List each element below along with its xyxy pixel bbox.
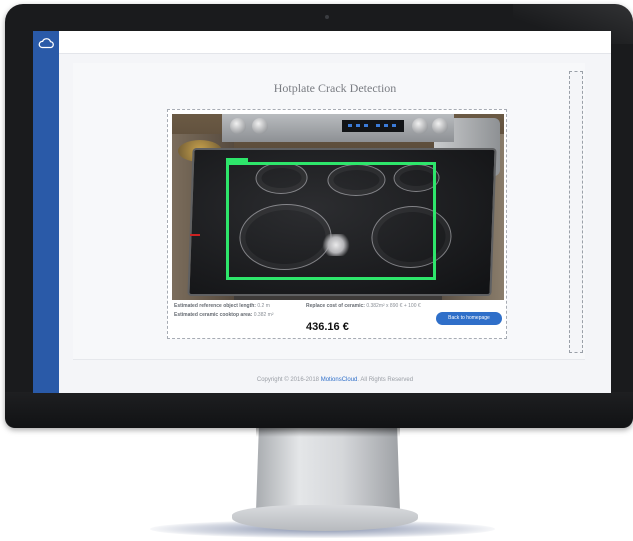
monitor-camera [325, 15, 329, 19]
cloud-icon[interactable] [37, 37, 55, 49]
detection-box [226, 162, 436, 280]
photo-display [342, 120, 404, 132]
cooktop-area-label: Estimated ceramic cooktop area: [174, 312, 253, 318]
photo-reference-mark [190, 234, 200, 236]
cooktop-photo [172, 114, 504, 300]
reference-length-label: Estimated reference object length: [174, 303, 256, 309]
photo-knob [230, 118, 246, 134]
page-title: Hotplate Crack Detection [273, 81, 397, 95]
right-frame [569, 71, 583, 353]
total-price: 436.16 € [306, 321, 349, 333]
result-card: Estimated reference object length: 0.2 m… [167, 109, 507, 339]
replace-cost-label: Replace cost of ceramic: [306, 303, 365, 309]
footer-rights: . All Rights Reserved [357, 377, 414, 383]
monitor-base [232, 505, 418, 531]
footer: Copyright © 2016-2018 MotionsCloud. All … [59, 377, 611, 383]
footer-brand-link[interactable]: MotionsCloud [321, 377, 358, 383]
sidebar [33, 31, 59, 393]
replace-cost-formula: 0.382m² x 890 € + 100 € [366, 303, 421, 309]
photo-knob [412, 118, 428, 134]
photo-range-panel [222, 114, 454, 142]
top-bar [59, 31, 611, 54]
reference-length-row: Estimated reference object length: 0.2 m [174, 302, 302, 311]
cooktop-area-value: 0.382 m² [253, 312, 274, 318]
cooktop-area-row: Estimated ceramic cooktop area: 0.382 m² [174, 311, 302, 320]
photo-knob [252, 118, 268, 134]
screen: Hotplate Crack Detection Estimated refer… [33, 31, 611, 393]
footer-copyright: Copyright © 2016-2018 [256, 377, 320, 383]
back-to-homepage-button[interactable]: Back to homepage [436, 312, 502, 325]
monitor-stand-shadow [256, 427, 400, 437]
photo-knob [432, 118, 448, 134]
footer-divider [73, 359, 585, 360]
replace-cost-info: Replace cost of ceramic: 0.382m² x 890 €… [306, 302, 424, 311]
monitor-chin [5, 392, 633, 428]
reference-length-value: 0.2 m [257, 303, 270, 309]
monitor-stand [256, 427, 400, 511]
measurement-info: Estimated reference object length: 0.2 m… [174, 302, 302, 320]
